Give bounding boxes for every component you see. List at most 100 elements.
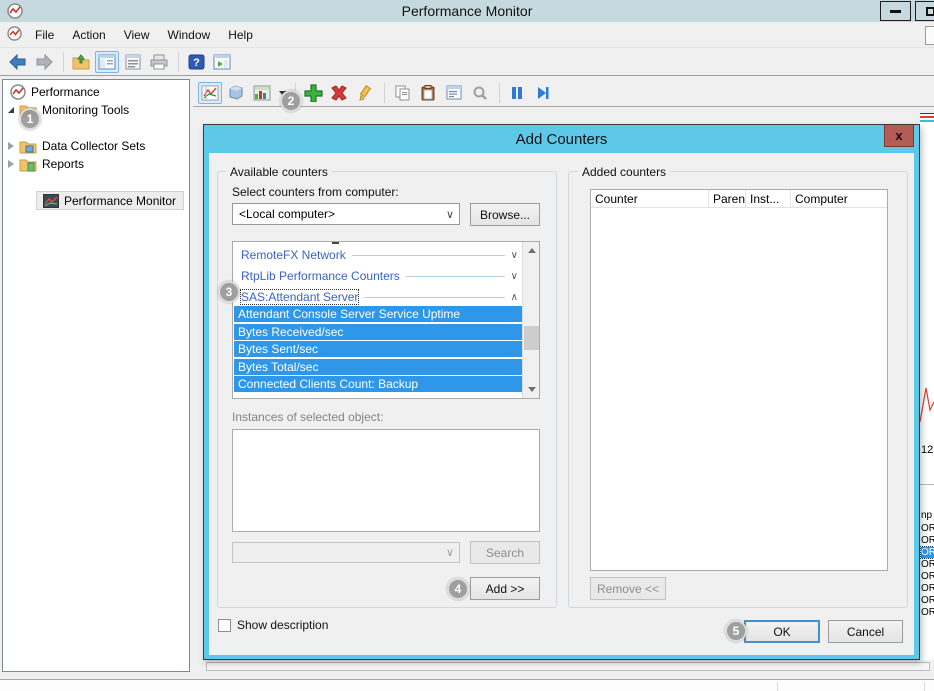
dialog-title: Add Counters: [204, 125, 919, 153]
menu-window[interactable]: Window: [159, 24, 220, 46]
toolbar-separator: [499, 83, 500, 103]
show-description-checkbox[interactable]: [218, 619, 231, 632]
status-divider: [777, 682, 778, 691]
counter-group-label: SAS:Attendant Server: [241, 290, 358, 304]
collapse-triangle-icon[interactable]: [8, 142, 14, 150]
chevron-down-icon[interactable]: ∨: [511, 250, 518, 261]
console-tree-icon[interactable]: [95, 51, 119, 73]
tree-label-reports: Reports: [42, 157, 84, 171]
menu-file[interactable]: File: [26, 24, 63, 46]
chevron-up-icon[interactable]: ∧: [511, 292, 518, 303]
tree-item-performance[interactable]: Performance: [10, 83, 100, 101]
perfmon-app-icon: [7, 3, 23, 22]
line-chart-icon[interactable]: [198, 82, 222, 104]
scroll-up-button[interactable]: [523, 242, 540, 259]
properties-icon[interactable]: [442, 82, 466, 104]
menu-bar: File Action View Window Help: [0, 22, 934, 48]
arrow-down-icon: [528, 387, 536, 392]
added-counters-label: Added counters: [578, 165, 670, 179]
performance-monitor-window: Performance Monitor File Action View Win…: [0, 0, 934, 691]
counter-group-label: RtpLib Performance Counters: [241, 269, 400, 283]
counter-group-sas-attendant-server[interactable]: SAS:Attendant Server ∧: [233, 288, 522, 306]
counters-list-scrollbar[interactable]: [522, 242, 539, 398]
dialog-close-button[interactable]: x: [884, 125, 914, 147]
column-header-counter[interactable]: Counter: [591, 190, 709, 207]
tree-item-data-collector-sets[interactable]: Data Collector Sets: [8, 137, 145, 155]
tree-item-performance-monitor[interactable]: Performance Monitor: [43, 192, 176, 210]
legend-fragment: OR: [921, 559, 934, 570]
legend-fragment: OR: [921, 583, 934, 594]
back-icon[interactable]: [6, 51, 30, 73]
search-button[interactable]: Search: [470, 541, 540, 564]
highlight-icon[interactable]: [353, 82, 377, 104]
chevron-down-icon[interactable]: ∨: [511, 271, 518, 282]
clipped-item-sliver: [332, 242, 339, 244]
counter-group-remotefx-network[interactable]: RemoteFX Network ∨: [233, 246, 522, 264]
available-counters-label: Available counters: [226, 165, 332, 179]
paste-counter-list-icon[interactable]: [416, 82, 440, 104]
counter-item-selected[interactable]: Bytes Total/sec: [234, 359, 523, 376]
zoom-icon[interactable]: [468, 82, 492, 104]
performance-monitor-icon: [43, 194, 59, 208]
column-header-inst[interactable]: Inst...: [746, 190, 791, 207]
legend-fragment-selected[interactable]: OR: [921, 547, 934, 558]
menu-action[interactable]: Action: [63, 24, 114, 46]
scrollbar-thumb[interactable]: [524, 326, 539, 350]
data-collector-sets-icon: [19, 139, 37, 154]
counter-item-selected[interactable]: Attendant Console Server Service Uptime: [234, 306, 523, 323]
remove-button[interactable]: Remove <<: [590, 577, 666, 600]
step-callout-5: 5: [725, 620, 747, 642]
reports-folder-icon: [19, 157, 37, 172]
freeze-display-icon[interactable]: [505, 82, 529, 104]
cancel-button[interactable]: Cancel: [828, 620, 903, 643]
menu-help[interactable]: Help: [219, 24, 262, 46]
add-button-label: Add >>: [486, 582, 525, 596]
maximize-button[interactable]: [915, 1, 934, 21]
added-counters-table[interactable]: Counter Parent Inst... Computer: [590, 189, 888, 571]
child-window-button[interactable]: [925, 26, 934, 45]
tree-item-reports[interactable]: Reports: [8, 155, 84, 173]
instances-list[interactable]: [232, 429, 540, 532]
counter-group-rtplib[interactable]: RtpLib Performance Counters ∨: [233, 267, 522, 285]
update-data-icon[interactable]: [531, 82, 555, 104]
minimize-button[interactable]: [880, 1, 911, 21]
chevron-down-icon[interactable]: ∨: [446, 208, 454, 221]
arrow-up-icon: [528, 248, 536, 253]
scroll-down-button[interactable]: [523, 381, 540, 398]
counter-item-selected[interactable]: Connected Clients Count: Backup: [234, 376, 523, 393]
column-header-computer[interactable]: Computer: [791, 190, 887, 207]
graph-red-line: [920, 116, 934, 118]
histogram-icon[interactable]: [224, 82, 248, 104]
counter-group-label: RemoteFX Network: [241, 248, 346, 262]
print-icon[interactable]: [147, 51, 171, 73]
add-button[interactable]: Add >>: [470, 577, 540, 600]
main-toolbar: ?: [0, 48, 934, 76]
browse-button[interactable]: Browse...: [470, 203, 540, 226]
copy-properties-icon[interactable]: [390, 82, 414, 104]
console-tree-pane: Performance Monitoring Tools Performance…: [2, 79, 190, 672]
export-list-icon[interactable]: [121, 51, 145, 73]
available-counters-list[interactable]: RemoteFX Network ∨ RtpLib Performance Co…: [232, 241, 540, 399]
action-pane-icon[interactable]: [210, 51, 234, 73]
column-header-parent[interactable]: Parent: [709, 190, 746, 207]
counter-item-selected[interactable]: Bytes Received/sec: [234, 324, 523, 341]
delete-counter-icon[interactable]: [327, 82, 351, 104]
expand-triangle-icon[interactable]: [8, 107, 14, 113]
legend-fragment: OR: [921, 607, 934, 618]
ok-button-label: OK: [773, 625, 790, 639]
add-counter-icon[interactable]: [301, 82, 325, 104]
up-folder-icon[interactable]: [69, 51, 93, 73]
collapse-triangle-icon[interactable]: [8, 160, 14, 168]
instances-label: Instances of selected object:: [232, 410, 383, 424]
ok-button[interactable]: OK: [744, 620, 820, 643]
forward-icon[interactable]: [32, 51, 56, 73]
title-bar: Performance Monitor: [0, 0, 934, 22]
group-rule: [352, 255, 505, 256]
computer-combobox[interactable]: <Local computer> ∨: [232, 203, 460, 225]
help-icon[interactable]: ?: [184, 51, 208, 73]
graph-background-sliver: 12 np OR OR OR OR OR OR OR OR: [920, 113, 934, 660]
counter-item-selected[interactable]: Bytes Sent/sec: [234, 341, 523, 358]
report-view-icon[interactable]: [250, 82, 274, 104]
console-icon: [7, 26, 22, 44]
menu-view[interactable]: View: [115, 24, 159, 46]
